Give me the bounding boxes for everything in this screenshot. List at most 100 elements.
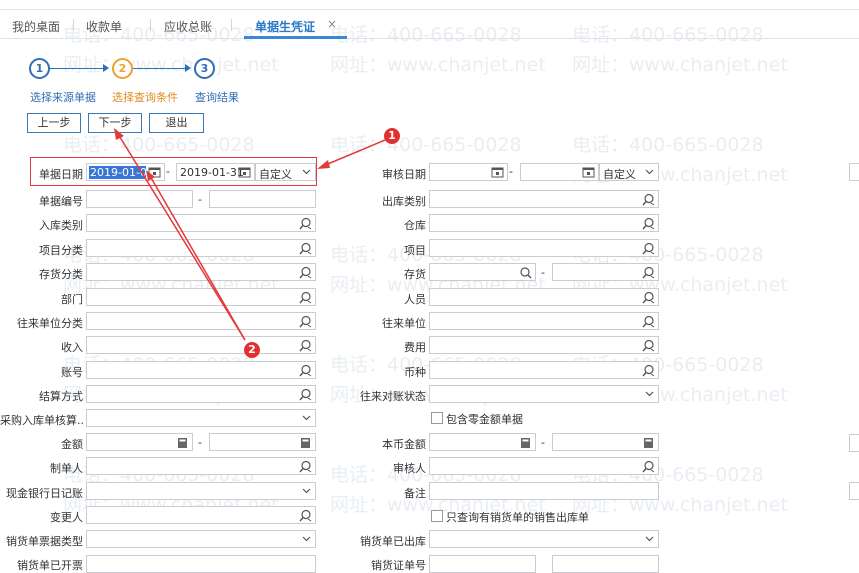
include-zero-checkbox[interactable] (431, 412, 443, 424)
search-icon[interactable] (642, 315, 655, 328)
tab-separator (150, 19, 151, 31)
exit-button[interactable]: 退出 (149, 113, 204, 133)
offscreen-field[interactable] (849, 482, 859, 500)
search-icon[interactable] (299, 315, 312, 328)
active-tab-indicator (244, 36, 347, 39)
project-class-input[interactable] (86, 239, 316, 257)
in-type-input[interactable] (86, 214, 316, 232)
base-amount-from-input[interactable] (429, 433, 536, 451)
warehouse-input[interactable] (429, 214, 659, 232)
sales-out-select[interactable] (429, 530, 659, 548)
calendar-icon[interactable] (582, 166, 595, 178)
chevron-down-icon (302, 536, 311, 542)
search-icon[interactable] (642, 193, 655, 206)
next-step-button[interactable]: 下一步 (88, 113, 142, 133)
only-sales-label: 只查询有销货单的销售出库单 (446, 511, 589, 524)
tab-separator (73, 19, 74, 31)
sales-cert-from-input[interactable] (429, 555, 536, 573)
amount-label: 金额 (61, 438, 83, 451)
person-input[interactable] (429, 288, 659, 306)
tab-my-desktop[interactable]: 我的桌面 (12, 18, 60, 35)
search-icon[interactable] (299, 339, 312, 352)
cash-journal-label: 现金银行日记账 (6, 487, 83, 500)
audit-mode-value: 自定义 (603, 168, 636, 181)
tab-receipt[interactable]: 收款单 (86, 18, 122, 35)
sales-cert-to-input[interactable] (552, 555, 659, 573)
doc-no-from-input[interactable] (86, 190, 193, 208)
search-icon[interactable] (642, 217, 655, 230)
search-icon[interactable] (642, 339, 655, 352)
invoice-type-label: 销货单票据类型 (6, 535, 83, 548)
stock-class-input[interactable] (86, 263, 316, 281)
search-icon[interactable] (642, 266, 655, 279)
step-connector (50, 68, 104, 69)
amount-from-input[interactable] (86, 433, 193, 451)
calculator-icon[interactable] (642, 436, 655, 449)
highlight-frame (30, 157, 317, 186)
search-icon[interactable] (299, 364, 312, 377)
arrow-1-line (322, 139, 386, 167)
calculator-icon[interactable] (519, 436, 532, 449)
doc-no-to-input[interactable] (209, 190, 316, 208)
search-icon[interactable] (299, 460, 312, 473)
fee-input[interactable] (429, 336, 659, 354)
out-type-input[interactable] (429, 190, 659, 208)
chevron-down-icon (302, 415, 311, 421)
calculator-icon[interactable] (176, 436, 189, 449)
search-icon[interactable] (299, 388, 312, 401)
amount-to-input[interactable] (209, 433, 316, 451)
stock-to-input[interactable] (552, 263, 659, 281)
purchase-check-select[interactable] (86, 409, 316, 427)
watermark-site: 网址：www.chanjet.net (63, 54, 279, 76)
changer-input[interactable] (86, 506, 316, 524)
search-icon[interactable] (299, 509, 312, 522)
audit-date-from-input[interactable] (429, 163, 508, 181)
audit-date-mode-select[interactable]: 自定义 (599, 163, 659, 181)
dept-input[interactable] (86, 288, 316, 306)
stock-from-input[interactable] (429, 263, 536, 281)
remark-input[interactable] (429, 482, 659, 500)
search-icon[interactable] (642, 242, 655, 255)
search-icon[interactable] (519, 266, 532, 279)
partner-input[interactable] (429, 312, 659, 330)
maker-input[interactable] (86, 457, 316, 475)
tab-doc-to-voucher[interactable]: 单据生凭证 (255, 18, 315, 35)
search-icon[interactable] (299, 217, 312, 230)
step-3-circle: 3 (194, 58, 215, 79)
calculator-icon[interactable] (299, 436, 312, 449)
only-sales-checkbox[interactable] (431, 510, 443, 522)
currency-input[interactable] (429, 361, 659, 379)
search-icon[interactable] (642, 364, 655, 377)
watermark-site: 网址：www.chanjet.net (572, 54, 788, 76)
settle-input[interactable] (86, 385, 316, 403)
cash-journal-select[interactable] (86, 482, 316, 500)
changer-label: 变更人 (50, 511, 83, 524)
recon-status-select[interactable] (429, 385, 659, 403)
include-zero-label: 包含零金额单据 (446, 413, 523, 426)
search-icon[interactable] (642, 291, 655, 304)
invoiced-select[interactable] (86, 555, 316, 573)
step-2-label: 选择查询条件 (112, 91, 178, 104)
offscreen-field[interactable] (849, 163, 859, 181)
income-input[interactable] (86, 336, 316, 354)
auditor-input[interactable] (429, 457, 659, 475)
tab-receivable-ledger[interactable]: 应收总账 (164, 18, 212, 35)
project-class-label: 项目分类 (39, 244, 83, 257)
project-input[interactable] (429, 239, 659, 257)
watermark-phone: 电话：400-665-0028 (63, 134, 255, 156)
calendar-icon[interactable] (491, 166, 504, 178)
prev-step-button[interactable]: 上一步 (27, 113, 81, 133)
close-icon[interactable]: × (327, 17, 337, 31)
invoice-type-select[interactable] (86, 530, 316, 548)
search-icon[interactable] (299, 291, 312, 304)
audit-date-to-input[interactable] (520, 163, 599, 181)
offscreen-field[interactable] (849, 434, 859, 452)
warehouse-label: 仓库 (404, 219, 426, 232)
partner-class-input[interactable] (86, 312, 316, 330)
search-icon[interactable] (642, 460, 655, 473)
search-icon[interactable] (299, 242, 312, 255)
search-icon[interactable] (299, 266, 312, 279)
base-amount-to-input[interactable] (552, 433, 659, 451)
account-input[interactable] (86, 361, 316, 379)
stock-label: 存货 (404, 268, 426, 281)
